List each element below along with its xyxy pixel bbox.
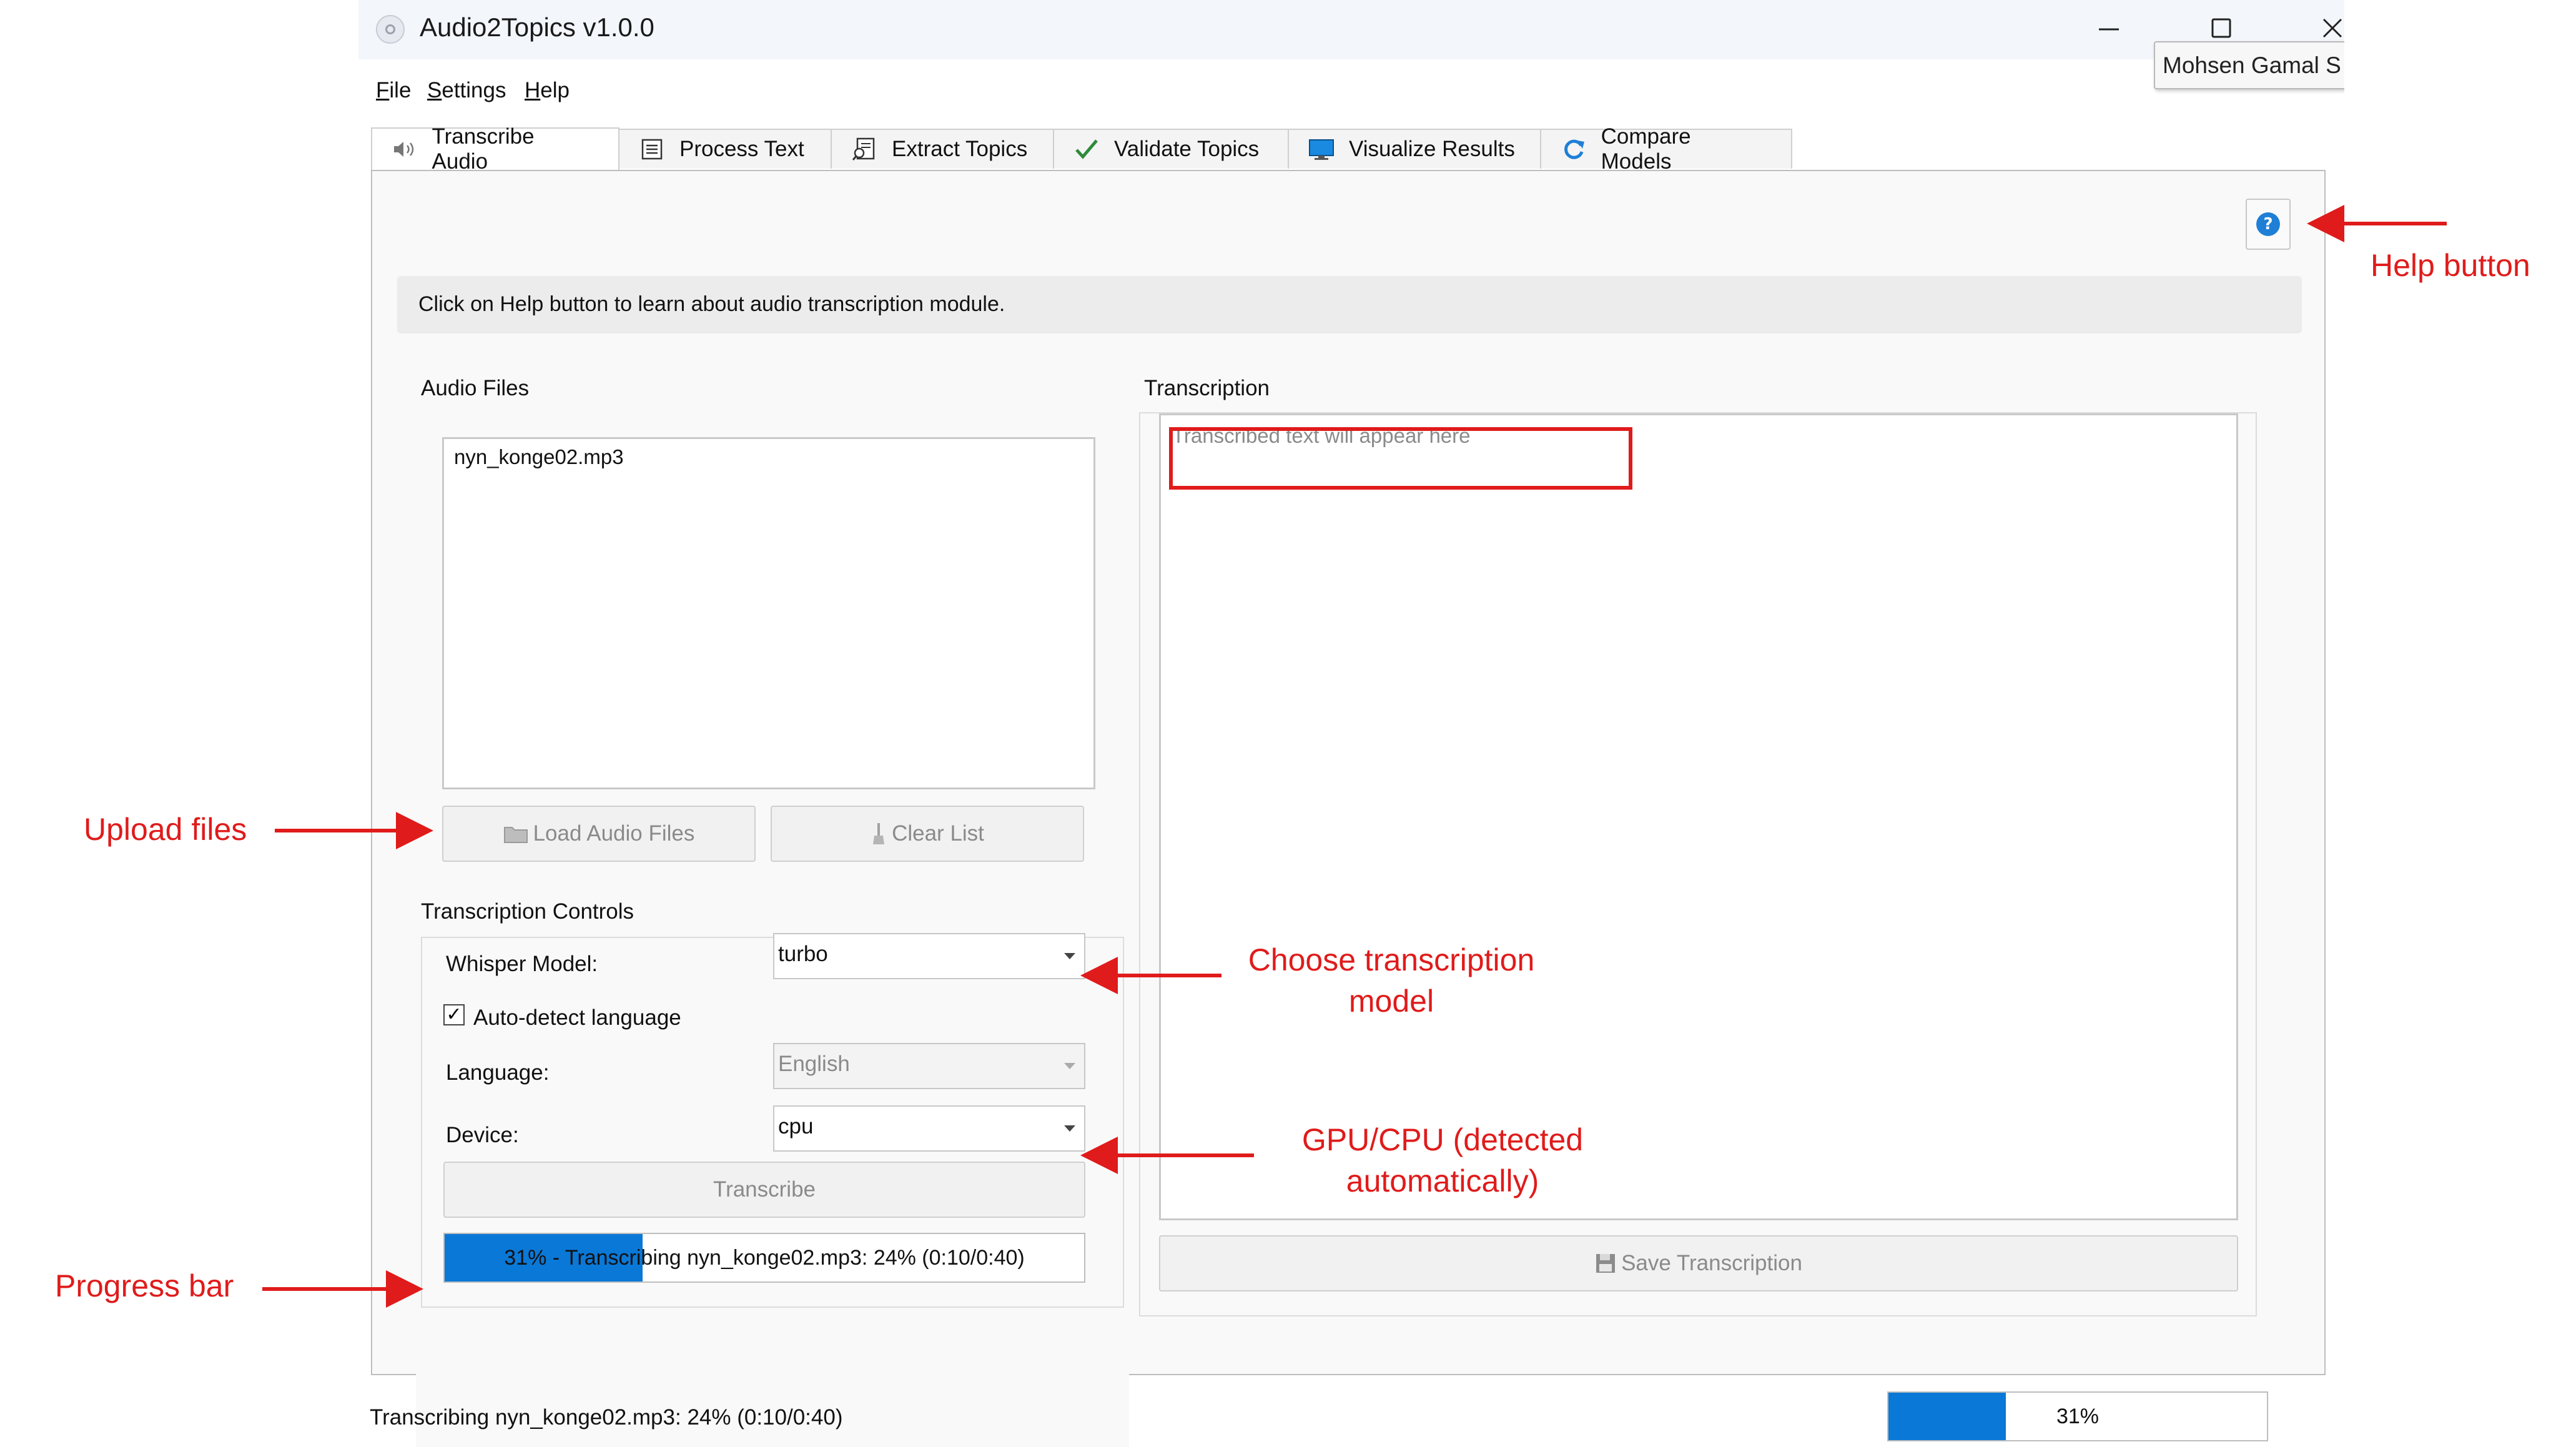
model-annotation-line2: model [1348, 984, 1434, 1019]
progress-annotation: Progress bar [55, 1268, 234, 1303]
device-annotation-line1: GPU/CPU (detected [1301, 1122, 1584, 1157]
upload-annotation: Upload files [84, 812, 247, 847]
help-annotation: Help button [2371, 248, 2530, 283]
annotation-arrows [262, 205, 2447, 1308]
model-annotation-line1: Choose transcription [1248, 942, 1535, 977]
user-tooltip: Mohsen Gamal S [2154, 41, 2344, 89]
device-annotation-line2: automatically) [1346, 1163, 1539, 1198]
placeholder-highlight-box [1169, 427, 1632, 490]
device-annotation: GPU/CPU (detected automatically) [1280, 1119, 1605, 1202]
model-annotation: Choose transcription model [1229, 939, 1554, 1022]
